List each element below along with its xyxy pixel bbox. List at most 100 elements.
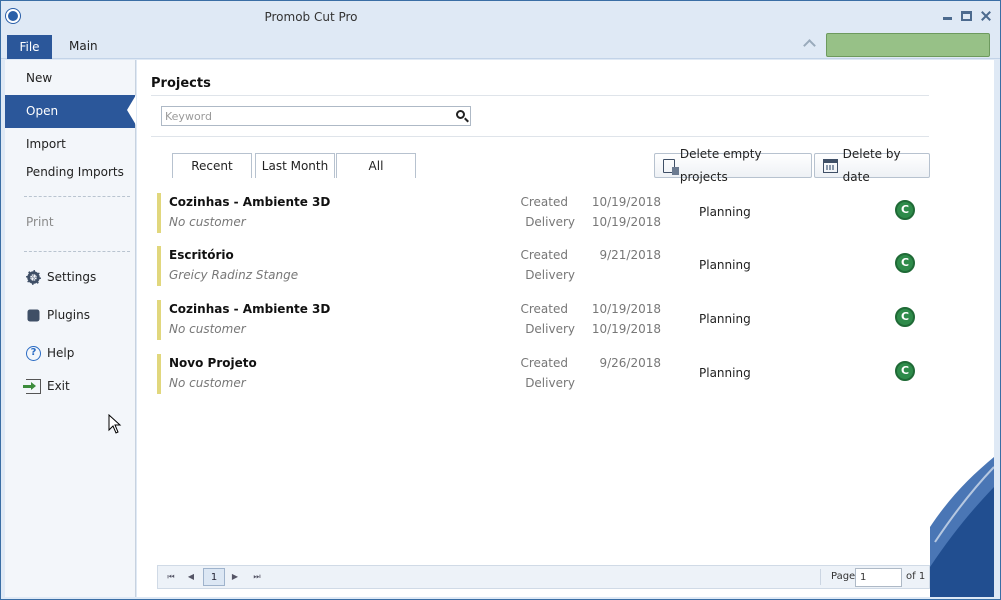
decorative-wave	[930, 457, 994, 597]
project-row[interactable]: Novo Projeto No customer Created 9/26/20…	[157, 354, 930, 394]
tab-file[interactable]: File	[7, 35, 52, 59]
project-status: Planning	[699, 205, 751, 219]
page-label: Page	[831, 571, 856, 582]
tab-recent[interactable]: Recent	[172, 153, 252, 178]
sidebar-item-pending-imports[interactable]: Pending Imports	[5, 157, 135, 187]
window-controls	[941, 10, 992, 22]
search-divider	[151, 136, 929, 137]
tab-all[interactable]: All	[336, 153, 416, 178]
status-c-icon[interactable]: C	[895, 253, 915, 273]
gear-icon	[26, 269, 41, 285]
row-marker	[157, 246, 161, 286]
sidebar-item-label: Settings	[47, 270, 97, 284]
delivery-label: Delivery	[525, 376, 575, 390]
calendar-delete-icon	[823, 158, 838, 173]
sidebar-item-label: New	[26, 71, 53, 85]
title-divider	[151, 95, 929, 96]
delete-document-icon	[663, 158, 679, 175]
last-page-icon[interactable]: ⏭	[248, 569, 266, 585]
ribbon-tab-bar: File Main	[1, 33, 1000, 59]
search-icon[interactable]	[456, 110, 465, 119]
chevron-up-icon[interactable]	[803, 38, 817, 48]
delivery-date: 10/19/2018	[591, 322, 661, 336]
project-name: Escritório	[169, 248, 234, 262]
project-row[interactable]: Cozinhas - Ambiente 3D No customer Creat…	[157, 300, 930, 340]
row-marker	[157, 300, 161, 340]
created-label: Created	[520, 356, 569, 370]
project-row[interactable]: Cozinhas - Ambiente 3D No customer Creat…	[157, 193, 930, 233]
project-status: Planning	[699, 312, 751, 326]
sidebar-item-label: Print	[26, 215, 54, 229]
first-page-icon[interactable]: ⏮	[162, 569, 180, 585]
delete-empty-projects-label: Delete empty projects	[679, 146, 762, 184]
created-label: Created	[520, 302, 569, 316]
project-name: Novo Projeto	[169, 356, 257, 370]
project-customer: No customer	[169, 376, 246, 390]
pager-divider	[820, 569, 821, 585]
sidebar-item-settings[interactable]: Settings	[5, 262, 135, 292]
project-customer: No customer	[169, 322, 246, 336]
title-bar: Promob Cut Pro	[1, 1, 1000, 33]
maximize-icon[interactable]	[960, 10, 973, 22]
created-date: 9/21/2018	[599, 248, 661, 262]
created-label: Created	[520, 195, 569, 209]
pagination-bar: ⏮ ◀ 1 ▶ ⏭ Page 1 of 1	[157, 565, 930, 589]
sidebar-item-label: Import	[26, 137, 66, 151]
created-label: Created	[520, 248, 569, 262]
project-status: Planning	[699, 366, 751, 380]
projects-panel: Projects Recent Last Month All Delete em…	[137, 60, 994, 597]
project-customer: Greicy Radinz Stange	[169, 268, 299, 282]
next-page-icon[interactable]: ▶	[226, 569, 244, 585]
status-c-icon[interactable]: C	[895, 361, 915, 381]
status-c-icon[interactable]: C	[895, 307, 915, 327]
search-input[interactable]	[162, 107, 442, 125]
window-title: Promob Cut Pro	[264, 10, 358, 24]
page-number-button[interactable]: 1	[203, 568, 225, 586]
page-title: Projects	[151, 76, 211, 91]
project-customer: No customer	[169, 215, 246, 229]
sidebar-item-new[interactable]: New	[5, 63, 135, 93]
delivery-date: 10/19/2018	[591, 215, 661, 229]
sidebar-divider	[24, 196, 130, 197]
close-icon[interactable]	[979, 10, 992, 22]
created-date: 10/19/2018	[591, 195, 661, 209]
delete-empty-projects-button[interactable]: Delete empty projects	[654, 147, 812, 184]
sidebar-item-help[interactable]: ? Help	[5, 338, 135, 368]
sidebar-item-label: Exit	[47, 379, 70, 393]
sidebar-item-print[interactable]: Print	[5, 207, 135, 237]
app-window: Promob Cut Pro File Main New Open Import…	[0, 0, 1001, 600]
row-marker	[157, 193, 161, 233]
help-icon: ?	[26, 345, 41, 361]
delivery-label: Delivery	[525, 322, 575, 336]
sidebar-item-label: Open	[26, 104, 59, 118]
project-name: Cozinhas - Ambiente 3D	[169, 195, 331, 209]
status-indicator	[826, 33, 990, 57]
sidebar-item-exit[interactable]: Exit	[5, 371, 135, 401]
exit-icon	[23, 378, 41, 394]
tab-main[interactable]: Main	[69, 39, 98, 53]
sidebar-divider	[24, 251, 130, 252]
sidebar-item-import[interactable]: Import	[5, 129, 135, 159]
minimize-icon[interactable]	[941, 10, 954, 22]
prev-page-icon[interactable]: ◀	[182, 569, 200, 585]
delivery-label: Delivery	[525, 268, 575, 282]
row-marker	[157, 354, 161, 394]
sidebar-item-label: Plugins	[47, 308, 90, 322]
tab-last-month[interactable]: Last Month	[255, 153, 335, 178]
sidebar-item-label: Help	[47, 346, 75, 360]
delete-by-date-label: Delete by date	[842, 146, 901, 184]
created-date: 9/26/2018	[599, 356, 661, 370]
page-total: of 1	[906, 571, 926, 582]
delete-by-date-button[interactable]: Delete by date	[814, 147, 930, 184]
search-box[interactable]	[161, 106, 471, 126]
delivery-label: Delivery	[525, 215, 575, 229]
status-c-icon[interactable]: C	[895, 200, 915, 220]
sidebar-item-plugins[interactable]: Plugins	[5, 300, 135, 330]
page-input[interactable]: 1	[855, 568, 902, 587]
project-name: Cozinhas - Ambiente 3D	[169, 302, 331, 316]
backstage-sidebar: New Open Import Pending Imports Print Se…	[5, 60, 136, 597]
sidebar-item-open[interactable]: Open	[5, 95, 136, 128]
project-row[interactable]: Escritório Greicy Radinz Stange Created …	[157, 246, 930, 286]
project-status: Planning	[699, 258, 751, 272]
created-date: 10/19/2018	[591, 302, 661, 316]
